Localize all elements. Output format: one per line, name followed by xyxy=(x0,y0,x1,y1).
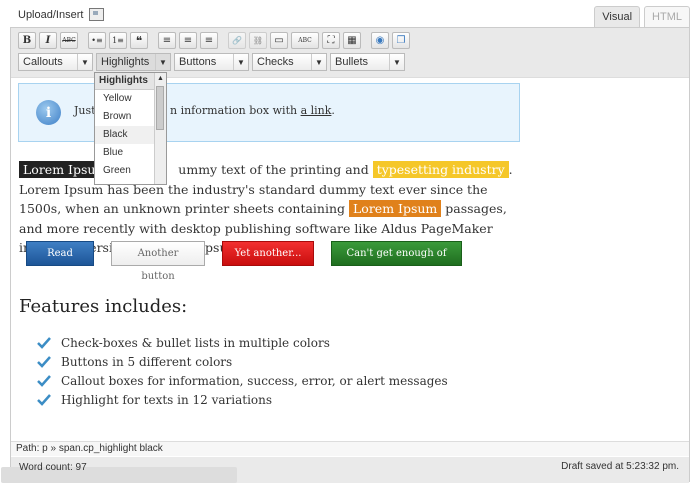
tab-html[interactable]: HTML xyxy=(644,6,690,27)
align-left-button[interactable]: ≡ xyxy=(158,32,176,49)
toolbar-row-2: Callouts ▼ Highlights ▼ Buttons ▼ Checks… xyxy=(18,53,405,71)
tab-visual[interactable]: Visual xyxy=(594,6,641,27)
bullets-dropdown-label: Bullets xyxy=(335,56,369,68)
feature-text: Buttons in 5 different colors xyxy=(61,354,233,369)
callouts-dropdown[interactable]: Callouts ▼ xyxy=(18,53,93,71)
editor-tabs: Visual HTML xyxy=(594,6,690,27)
chevron-down-icon[interactable]: ▼ xyxy=(77,54,92,70)
checkmark-icon xyxy=(37,374,51,388)
another-button[interactable]: Another button xyxy=(111,241,205,282)
feature-text: Check-boxes & bullet lists in multiple c… xyxy=(61,335,330,350)
buttons-dropdown[interactable]: Buttons ▼ xyxy=(174,53,249,71)
path-item-p[interactable]: p xyxy=(42,443,48,454)
read-more-button[interactable]: Read More xyxy=(26,241,94,282)
list-item: Buttons in 5 different colors xyxy=(37,352,448,371)
draft-status: Draft saved at 5:23:32 pm. xyxy=(561,461,679,472)
chevron-down-icon[interactable]: ▼ xyxy=(311,54,326,70)
feature-text: Highlight for texts in 12 variations xyxy=(61,392,273,407)
italic-button[interactable]: I xyxy=(39,32,57,49)
editor-footer: Word count: 97 Draft saved at 5:23:32 pm… xyxy=(1,457,689,483)
path-label: Path: xyxy=(16,443,40,454)
callouts-dropdown-label: Callouts xyxy=(23,56,63,68)
fullscreen-button[interactable]: ⛶ xyxy=(322,32,340,49)
checks-dropdown-label: Checks xyxy=(257,56,294,68)
upload-insert-label: Upload/Insert xyxy=(18,8,84,21)
highlight-orange: Lorem Ipsum xyxy=(349,200,442,217)
cant-get-enough-button[interactable]: Can't get enough of this! xyxy=(331,241,462,282)
add-media-icon[interactable] xyxy=(89,8,105,21)
bold-button[interactable]: B xyxy=(18,32,36,49)
checks-dropdown[interactable]: Checks ▼ xyxy=(252,53,327,71)
checkmark-icon xyxy=(37,393,51,407)
yet-another-button[interactable]: Yet another... xyxy=(222,241,314,266)
path-separator: » xyxy=(50,443,57,454)
strikethrough-button[interactable]: ABC xyxy=(60,32,78,49)
features-heading: Features includes: xyxy=(19,296,188,317)
feature-text: Callout boxes for information, success, … xyxy=(61,373,448,388)
spellcheck-button[interactable]: ABC xyxy=(291,32,319,49)
toolbar: B I ABC •≡ 1≡ ❝ ≡ ≡ ≡ 🔗 ⛓ ▭ ABC ⛶ ▦ ◉ ❐ … xyxy=(11,28,689,78)
paste-button[interactable]: ❐ xyxy=(392,32,410,49)
bullets-dropdown[interactable]: Bullets ▼ xyxy=(330,53,405,71)
callout-text-middle: n information box with xyxy=(170,104,301,117)
insert-more-button[interactable]: ▭ xyxy=(270,32,288,49)
numbered-list-button[interactable]: 1≡ xyxy=(109,32,127,49)
insert-media-button[interactable]: ◉ xyxy=(371,32,389,49)
upload-insert[interactable]: Upload/Insert xyxy=(18,8,105,21)
blockquote-button[interactable]: ❝ xyxy=(130,32,148,49)
list-item: Check-boxes & bullet lists in multiple c… xyxy=(37,333,448,352)
highlight-yellow: typesetting industry xyxy=(372,161,509,178)
chevron-down-icon[interactable]: ▼ xyxy=(389,54,404,70)
align-center-button[interactable]: ≡ xyxy=(179,32,197,49)
path-bar: Path: p » span.cp_highlight black xyxy=(11,441,689,456)
info-icon: i xyxy=(36,100,61,125)
highlights-dropdown[interactable]: Highlights ▼ xyxy=(96,53,171,71)
toolbar-row-1: B I ABC •≡ 1≡ ❝ ≡ ≡ ≡ 🔗 ⛓ ▭ ABC ⛶ ▦ ◉ ❐ xyxy=(18,32,410,49)
word-count: Word count: 97 xyxy=(19,462,87,473)
features-list: Check-boxes & bullet lists in multiple c… xyxy=(37,333,448,409)
align-right-button[interactable]: ≡ xyxy=(200,32,218,49)
list-item: Callout boxes for information, success, … xyxy=(37,371,448,390)
bullet-list-button[interactable]: •≡ xyxy=(88,32,106,49)
checkmark-icon xyxy=(37,336,51,350)
paragraph-text-1: ummy text of the printing and xyxy=(178,162,373,177)
list-item: Highlight for texts in 12 variations xyxy=(37,390,448,409)
scroll-up-icon[interactable]: ▲ xyxy=(155,73,166,84)
path-item-span[interactable]: span.cp_highlight black xyxy=(59,443,163,454)
checkmark-icon xyxy=(37,355,51,369)
insert-link-button[interactable]: 🔗 xyxy=(228,32,246,49)
chevron-down-icon[interactable]: ▼ xyxy=(155,54,170,70)
highlights-dropdown-label: Highlights xyxy=(101,56,150,68)
callout-link[interactable]: a link xyxy=(301,104,332,117)
buttons-dropdown-label: Buttons xyxy=(179,56,217,68)
callout-text-end: . xyxy=(331,104,335,117)
kitchen-sink-button[interactable]: ▦ xyxy=(343,32,361,49)
sample-buttons: Read More Another button Yet another... … xyxy=(26,241,462,282)
scrollbar-thumb[interactable] xyxy=(156,86,164,130)
menu-scrollbar[interactable]: ▲ xyxy=(154,73,166,184)
highlights-menu: Highlights Yellow Brown Black Blue Green… xyxy=(94,72,167,185)
chevron-down-icon[interactable]: ▼ xyxy=(233,54,248,70)
unlink-button[interactable]: ⛓ xyxy=(249,32,267,49)
